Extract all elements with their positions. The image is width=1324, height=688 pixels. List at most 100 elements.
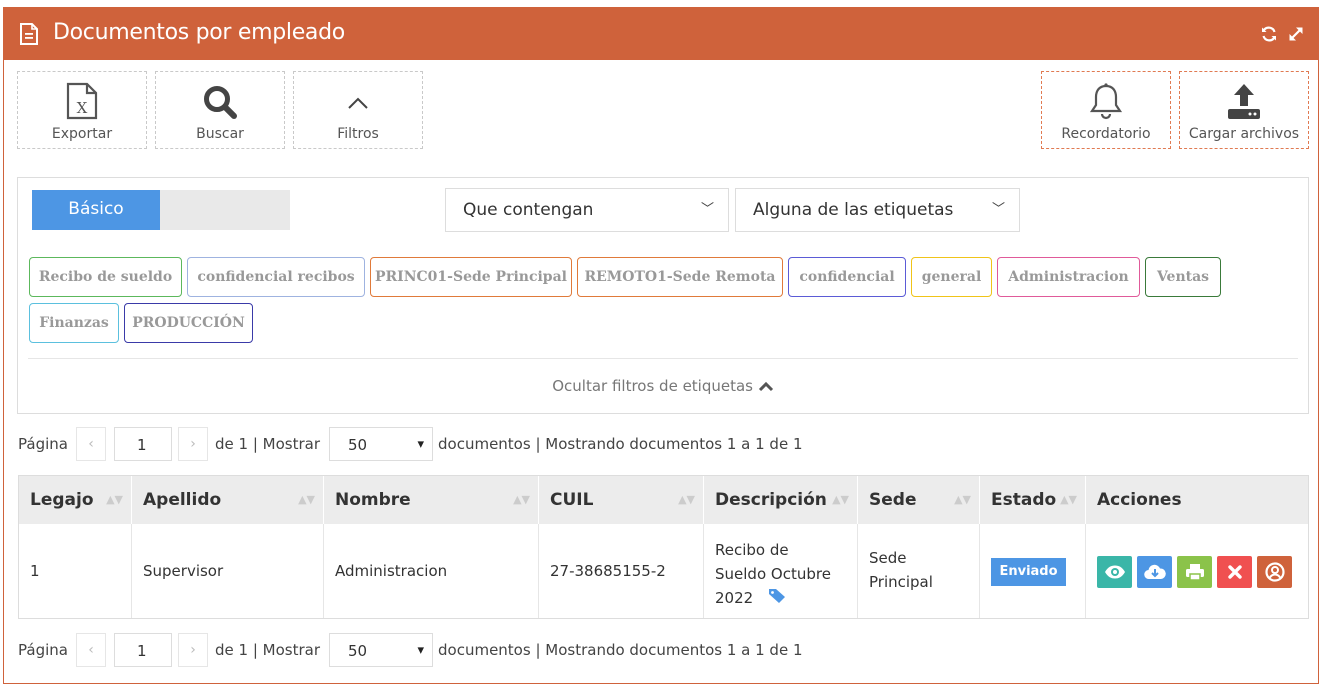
sort-icon: ▲▼ [106, 493, 123, 506]
tag-finanzas[interactable]: Finanzas [29, 303, 119, 343]
next-page-button[interactable]: › [178, 427, 208, 461]
tag-confidencial[interactable]: confidencial [788, 257, 906, 297]
page-input[interactable]: 1 [114, 633, 172, 667]
of-show-label: de 1 | Mostrar [215, 435, 320, 453]
results-summary: documentos | Mostrando documentos 1 a 1 … [438, 435, 803, 453]
next-page-button[interactable]: › [178, 633, 208, 667]
hide-tag-filters-label: Ocultar filtros de etiquetas [552, 377, 753, 395]
column-acciones: Acciones [1086, 476, 1308, 524]
column-label: Nombre [335, 490, 411, 510]
column-label: Apellido [143, 490, 222, 510]
search-icon [204, 86, 237, 119]
status-badge: Enviado [991, 558, 1066, 586]
export-label: Exportar [51, 126, 113, 142]
bell-icon [1089, 83, 1123, 120]
chevron-up-icon [758, 381, 773, 392]
column-descripcion[interactable]: Descripción ▲▼ [704, 476, 858, 524]
filters-button[interactable]: Filtros [293, 71, 423, 149]
per-page-value: 50 [348, 436, 368, 454]
column-estado[interactable]: Estado ▲▼ [980, 476, 1086, 524]
column-sede[interactable]: Sede ▲▼ [858, 476, 980, 524]
table-header: Legajo ▲▼ Apellido ▲▼ Nombre ▲▼ CUIL ▲▼ Desc… [19, 476, 1308, 524]
view-button[interactable] [1097, 556, 1132, 588]
column-legajo[interactable]: Legajo ▲▼ [19, 476, 132, 524]
column-cuil[interactable]: CUIL ▲▼ [539, 476, 704, 524]
column-label: Legajo [30, 490, 94, 510]
documents-table: Legajo ▲▼ Apellido ▲▼ Nombre ▲▼ CUIL ▲▼ Desc… [18, 475, 1309, 619]
tags-mode-select[interactable]: Alguna de las etiquetas ﹀ [735, 188, 1020, 232]
sort-icon: ▲▼ [678, 493, 695, 506]
descripcion-value: Recibo de Sueldo Octubre 2022 [715, 538, 831, 610]
mode-toggle[interactable]: Básico [32, 190, 290, 230]
per-page-select[interactable]: 50 ▾ [329, 427, 433, 461]
upload-files-button[interactable]: Cargar archivos [1179, 71, 1309, 149]
per-page-value: 50 [348, 642, 368, 660]
nombre-value: Administracion [335, 562, 448, 580]
svg-text:X: X [77, 99, 88, 117]
page-input[interactable]: 1 [114, 427, 172, 461]
match-select[interactable]: Que contengan ﹀ [445, 188, 729, 232]
cloud-download-icon [1143, 564, 1166, 580]
eye-icon [1104, 565, 1125, 579]
upload-icon [1228, 84, 1260, 119]
user-button[interactable] [1257, 556, 1292, 588]
cell-estado: Enviado [980, 524, 1086, 618]
panel-title: Documentos por empleado [53, 20, 345, 45]
tag-produccion[interactable]: PRODUCCIÓN [124, 303, 253, 343]
cell-sede: Sede Principal [858, 524, 980, 618]
document-icon [20, 23, 38, 45]
refresh-icon[interactable] [1260, 25, 1278, 43]
column-apellido[interactable]: Apellido ▲▼ [132, 476, 324, 524]
download-button[interactable] [1137, 556, 1172, 588]
documents-panel: Documentos por empleado X Exportar Busca… [3, 7, 1319, 684]
column-nombre[interactable]: Nombre ▲▼ [324, 476, 539, 524]
expand-icon[interactable] [1287, 25, 1305, 43]
results-summary: documentos | Mostrando documentos 1 a 1 … [438, 641, 803, 659]
sort-icon: ▲▼ [298, 493, 315, 506]
excel-file-icon: X [66, 82, 98, 120]
tag-recibo-de-sueldo[interactable]: Recibo de sueldo [29, 257, 182, 297]
export-button[interactable]: X Exportar [17, 71, 147, 149]
mode-basic[interactable]: Básico [32, 190, 160, 230]
sort-icon: ▲▼ [513, 493, 530, 506]
chevron-down-icon: ▾ [417, 643, 424, 658]
upload-files-label: Cargar archivos [1188, 126, 1300, 142]
hide-tag-filters-link[interactable]: Ocultar filtros de etiquetas [18, 377, 1308, 395]
sede-line: Sede [869, 549, 907, 567]
sort-icon: ▲▼ [832, 493, 849, 506]
tag-general[interactable]: general [911, 257, 992, 297]
panel-header: Documentos por empleado [4, 8, 1318, 60]
print-button[interactable] [1177, 556, 1212, 588]
prev-page-button[interactable]: ‹ [76, 633, 106, 667]
cell-cuil: 27-38685155-2 [539, 524, 704, 618]
tag-confidencial-recibos[interactable]: confidencial recibos [187, 257, 365, 297]
page-label: Página [18, 435, 68, 453]
filters-label: Filtros [337, 126, 379, 142]
reminder-label: Recordatorio [1061, 126, 1151, 142]
tags-mode-value: Alguna de las etiquetas [753, 200, 954, 220]
sort-icon: ▲▼ [954, 493, 971, 506]
descripcion-line: Sueldo Octubre [715, 565, 831, 583]
tag-icon[interactable] [768, 588, 786, 604]
divider [28, 358, 1298, 359]
reminder-button[interactable]: Recordatorio [1041, 71, 1171, 149]
search-button[interactable]: Buscar [155, 71, 285, 149]
per-page-select[interactable]: 50 ▾ [329, 633, 433, 667]
close-icon [1227, 565, 1242, 579]
chevron-down-icon: ﹀ [991, 202, 1005, 217]
chevron-up-icon [348, 97, 368, 109]
sede-line: Principal [869, 573, 933, 591]
of-show-label: de 1 | Mostrar [215, 641, 320, 659]
descripcion-line: 2022 [715, 589, 754, 607]
delete-button[interactable] [1217, 556, 1252, 588]
column-label: Sede [869, 490, 917, 510]
tag-ventas[interactable]: Ventas [1145, 257, 1221, 297]
tag-administracion[interactable]: Administracion [997, 257, 1140, 297]
chevron-down-icon: ﹀ [700, 202, 714, 217]
cell-acciones [1086, 524, 1308, 618]
tag-remoto1[interactable]: REMOTO1-Sede Remota [577, 257, 783, 297]
mode-advanced[interactable] [160, 190, 290, 230]
print-icon [1185, 564, 1204, 581]
prev-page-button[interactable]: ‹ [76, 427, 106, 461]
tag-princ01[interactable]: PRINC01-Sede Principal [370, 257, 572, 297]
